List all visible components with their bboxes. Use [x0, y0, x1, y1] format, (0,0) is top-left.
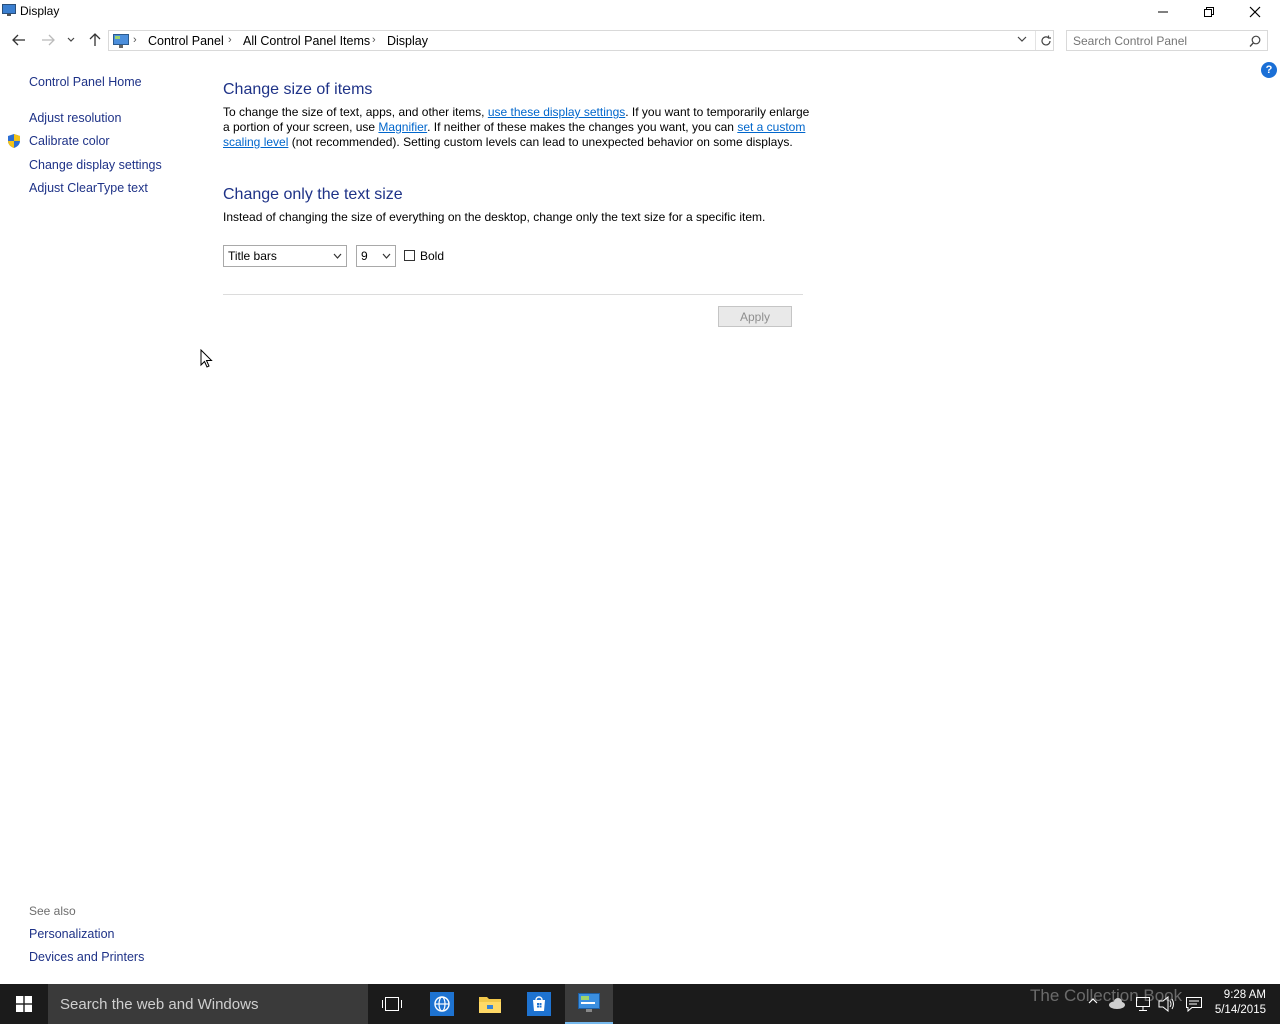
store-bag-icon	[527, 992, 551, 1016]
action-center-icon[interactable]	[1185, 996, 1203, 1012]
breadcrumb-separator: ›	[133, 34, 137, 46]
file-explorer-taskbar-button[interactable]	[466, 984, 514, 1024]
globe-icon	[430, 992, 454, 1016]
breadcrumb-control-panel[interactable]: Control Panel	[148, 34, 224, 48]
search-box[interactable]	[1066, 30, 1268, 51]
see-also-heading: See also	[29, 904, 76, 918]
breadcrumb-display[interactable]: Display	[387, 34, 428, 48]
size-select-value: 9	[361, 249, 368, 263]
store-taskbar-button[interactable]	[515, 984, 563, 1024]
refresh-button[interactable]	[1035, 31, 1055, 50]
bold-checkbox[interactable]	[404, 250, 415, 261]
text-size-heading: Change only the text size	[223, 186, 403, 203]
minimize-button[interactable]	[1140, 0, 1186, 24]
item-select[interactable]: Title bars	[223, 245, 347, 267]
apply-button[interactable]: Apply	[718, 306, 792, 327]
close-button[interactable]	[1232, 0, 1278, 24]
refresh-icon	[1040, 35, 1051, 45]
start-button[interactable]	[0, 984, 48, 1024]
back-button[interactable]	[8, 30, 30, 50]
calibrate-color-link[interactable]: Calibrate color	[29, 134, 110, 148]
change-size-description: To change the size of text, apps, and ot…	[223, 105, 813, 150]
change-display-settings-link[interactable]: Change display settings	[29, 158, 162, 172]
title-bar: Display	[0, 0, 1280, 24]
control-panel-taskbar-button[interactable]	[565, 984, 613, 1024]
address-bar[interactable]: › Control Panel › All Control Panel Item…	[108, 30, 1054, 51]
minimize-icon	[1158, 11, 1168, 13]
text-size-description: Instead of changing the size of everythi…	[223, 210, 766, 224]
close-icon	[1249, 6, 1261, 18]
folder-icon	[479, 997, 501, 1013]
divider	[223, 294, 803, 295]
help-button[interactable]: ?	[1261, 62, 1277, 78]
description-text: . If neither of these makes the changes …	[427, 120, 738, 134]
taskbar: Search the web and Windows The Collectio…	[0, 984, 1280, 1024]
back-arrow-icon	[12, 34, 25, 46]
search-input[interactable]	[1073, 33, 1243, 48]
restore-icon	[1204, 7, 1214, 17]
show-hidden-icons-icon[interactable]	[1088, 996, 1098, 1006]
adjust-resolution-link[interactable]: Adjust resolution	[29, 111, 121, 125]
breadcrumb-all-items[interactable]: All Control Panel Items	[243, 34, 370, 48]
item-select-value: Title bars	[228, 249, 277, 263]
personalization-link[interactable]: Personalization	[29, 927, 114, 941]
task-view-icon	[382, 997, 402, 1011]
mouse-cursor-icon	[200, 349, 213, 368]
magnifier-link[interactable]: Magnifier	[378, 120, 427, 134]
address-dropdown-icon[interactable]	[1017, 35, 1027, 43]
breadcrumb-separator: ›	[372, 34, 376, 46]
taskbar-search-text: Search the web and Windows	[60, 996, 259, 1013]
forward-button[interactable]	[37, 30, 59, 50]
control-panel-icon	[113, 34, 129, 48]
taskbar-search-box[interactable]: Search the web and Windows	[48, 984, 368, 1024]
description-text: To change the size of text, apps, and ot…	[223, 105, 488, 119]
clock-date: 5/14/2015	[1214, 1004, 1266, 1016]
display-app-icon	[2, 4, 16, 16]
recent-locations-button[interactable]	[62, 30, 80, 50]
clock-time: 9:28 AM	[1223, 989, 1266, 1001]
description-text: (not recommended). Setting custom levels…	[288, 135, 793, 149]
up-button[interactable]	[84, 30, 106, 50]
network-icon[interactable]	[1134, 996, 1152, 1012]
size-select[interactable]: 9	[356, 245, 396, 267]
chevron-down-icon	[333, 253, 342, 259]
forward-arrow-icon	[42, 34, 55, 46]
volume-icon[interactable]	[1158, 996, 1176, 1012]
windows-logo-icon	[16, 996, 32, 1012]
chevron-down-icon	[382, 253, 391, 259]
up-arrow-icon	[89, 33, 101, 46]
adjust-cleartype-link[interactable]: Adjust ClearType text	[29, 181, 148, 195]
task-view-button[interactable]	[368, 984, 416, 1024]
breadcrumb-separator: ›	[228, 34, 232, 46]
control-panel-icon	[578, 993, 600, 1012]
chevron-down-icon	[67, 37, 75, 42]
display-settings-link[interactable]: use these display settings	[488, 105, 625, 119]
uac-shield-icon	[8, 134, 20, 148]
control-panel-home-link[interactable]: Control Panel Home	[29, 75, 142, 89]
restore-button[interactable]	[1186, 0, 1232, 24]
system-clock[interactable]: 9:28 AM 5/14/2015	[1215, 988, 1266, 1018]
browser-taskbar-button[interactable]	[418, 984, 466, 1024]
onedrive-icon[interactable]	[1108, 996, 1126, 1010]
search-icon[interactable]	[1249, 35, 1261, 47]
change-size-heading: Change size of items	[223, 81, 373, 98]
window-title: Display	[20, 4, 60, 18]
bold-label: Bold	[420, 249, 445, 263]
devices-and-printers-link[interactable]: Devices and Printers	[29, 950, 144, 964]
